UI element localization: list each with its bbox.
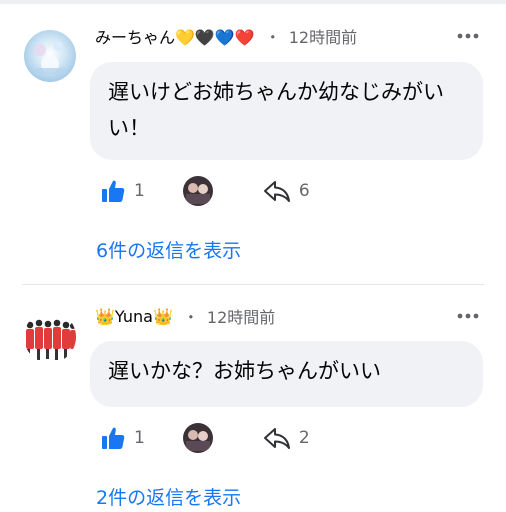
view-replies-link[interactable]: 2件の返信を表示 <box>96 483 241 510</box>
reactor-avatar[interactable] <box>182 423 213 453</box>
comment-1: みーちゃん💛🖤💙❤️ ・ 12時間前 遅いけどお姉ちゃんか幼なじみがいい！ 1 <box>0 4 506 284</box>
author-name[interactable]: 👑Yuna👑 <box>95 307 173 326</box>
comment-actions: 1 6 <box>100 176 310 206</box>
reply-count: 6 <box>298 181 310 201</box>
comment-bubble: 遅いかな？お姉ちゃんがいい <box>90 341 483 407</box>
author-name[interactable]: みーちゃん💛🖤💙❤️ <box>95 24 255 48</box>
like-count: 1 <box>134 181 145 201</box>
comment-header: 👑Yuna👑 ・ 12時間前 <box>95 304 275 328</box>
timestamp: 12時間前 <box>288 28 358 47</box>
comment-actions: 1 2 <box>100 423 310 453</box>
separator: ・ <box>182 308 199 327</box>
thumbs-up-icon[interactable] <box>100 425 126 451</box>
avatar[interactable] <box>24 30 76 82</box>
more-dots-icon[interactable] <box>456 304 480 328</box>
reply-arrow-icon[interactable] <box>263 179 291 203</box>
comment-2: 👑Yuna👑 ・ 12時間前 遅いかな？お姉ちゃんがいい 1 2 2件の返信を表… <box>0 287 506 512</box>
reply-count: 2 <box>298 428 310 448</box>
reply-arrow-icon[interactable] <box>263 426 291 450</box>
comment-bubble: 遅いけどお姉ちゃんか幼なじみがいい！ <box>90 62 483 160</box>
separator: ・ <box>264 28 281 47</box>
more-dots-icon[interactable] <box>456 24 480 48</box>
avatar[interactable] <box>24 311 76 363</box>
comment-divider <box>22 284 484 285</box>
view-replies-link[interactable]: 6件の返信を表示 <box>96 236 241 263</box>
comment-header: みーちゃん💛🖤💙❤️ ・ 12時間前 <box>95 24 357 48</box>
like-count: 1 <box>134 428 145 448</box>
reactor-avatar[interactable] <box>182 176 213 206</box>
thumbs-up-icon[interactable] <box>100 178 126 204</box>
timestamp: 12時間前 <box>206 308 276 327</box>
